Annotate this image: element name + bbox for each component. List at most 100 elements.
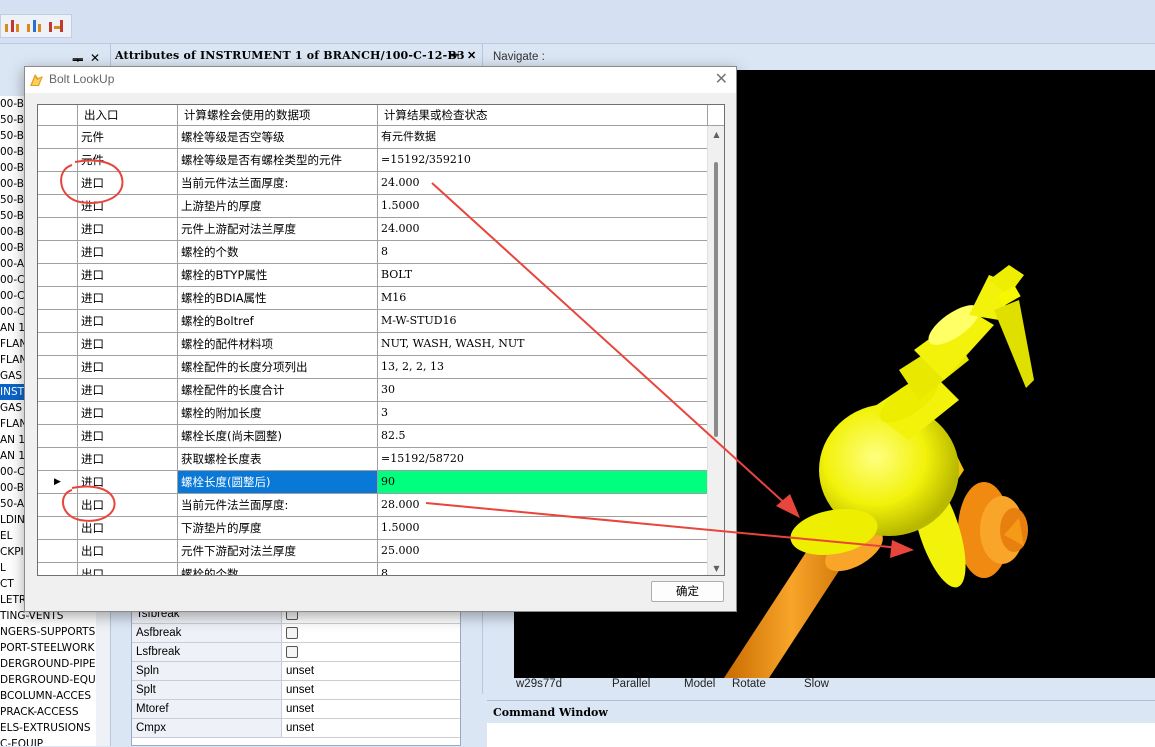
close-icon[interactable]: ✕ <box>467 46 476 66</box>
scroll-down-icon[interactable]: ▼ <box>708 560 724 575</box>
row-header[interactable] <box>38 402 78 424</box>
row-header[interactable] <box>38 310 78 332</box>
grid-row[interactable]: 进口 螺栓的个数 8 <box>38 241 724 264</box>
tree-item[interactable]: PRACK-ACCESS <box>0 704 96 720</box>
result-cell[interactable]: 有元件数据 <box>378 126 708 148</box>
checkbox[interactable] <box>286 646 298 658</box>
row-header[interactable] <box>38 563 78 575</box>
item-cell[interactable]: 当前元件法兰面厚度: <box>178 172 378 194</box>
speed-mode[interactable]: Slow <box>804 678 829 690</box>
row-header[interactable] <box>38 425 78 447</box>
result-cell[interactable]: 28.000 <box>378 494 708 516</box>
item-cell[interactable]: 元件上游配对法兰厚度 <box>178 218 378 240</box>
grid-row[interactable]: 出口 下游垫片的厚度 1.5000 <box>38 517 724 540</box>
item-cell[interactable]: 上游垫片的厚度 <box>178 195 378 217</box>
port-cell[interactable]: 进口 <box>78 471 178 493</box>
port-cell[interactable]: 进口 <box>78 287 178 309</box>
ok-button[interactable]: 确定 <box>651 581 724 602</box>
item-cell[interactable]: 螺栓配件的长度合计 <box>178 379 378 401</box>
attribute-value[interactable]: unset <box>282 681 460 699</box>
item-cell[interactable]: 螺栓等级是否空等级 <box>178 126 378 148</box>
grid-row[interactable]: 进口 螺栓的BTYP属性 BOLT <box>38 264 724 287</box>
command-input[interactable] <box>487 723 1155 747</box>
port-cell[interactable]: 进口 <box>78 172 178 194</box>
grid-row[interactable]: 元件 螺栓等级是否有螺栓类型的元件 =15192/359210 <box>38 149 724 172</box>
grid-row[interactable]: 进口 螺栓的附加长度 3 <box>38 402 724 425</box>
port-cell[interactable]: 进口 <box>78 218 178 240</box>
item-cell[interactable]: 螺栓的配件材料项 <box>178 333 378 355</box>
row-header[interactable] <box>38 494 78 516</box>
attribute-value[interactable]: unset <box>282 700 460 718</box>
tree-item[interactable]: ELS-EXTRUSIONS <box>0 720 96 736</box>
item-cell[interactable]: 螺栓长度(尚未圆整) <box>178 425 378 447</box>
port-cell[interactable]: 进口 <box>78 310 178 332</box>
close-icon[interactable]: ✕ <box>715 69 728 88</box>
result-cell[interactable]: 90 <box>378 471 708 493</box>
port-cell[interactable]: 进口 <box>78 264 178 286</box>
row-header[interactable] <box>38 241 78 263</box>
item-cell[interactable]: 螺栓长度(圆整后) <box>178 471 378 493</box>
grid-row[interactable]: 进口 螺栓配件的长度合计 30 <box>38 379 724 402</box>
valve-icon[interactable] <box>25 18 43 34</box>
port-cell[interactable]: 出口 <box>78 517 178 539</box>
result-cell[interactable]: 30 <box>378 379 708 401</box>
tree-item[interactable]: DERGROUND-EQUI <box>0 672 96 688</box>
result-cell[interactable]: NUT, WASH, WASH, NUT <box>378 333 708 355</box>
port-cell[interactable]: 进口 <box>78 379 178 401</box>
grid-row[interactable]: 进口 螺栓配件的长度分项列出 13, 2, 2, 13 <box>38 356 724 379</box>
row-header[interactable]: ▶ <box>38 471 78 493</box>
column-header-port[interactable]: 出入口 <box>78 105 178 126</box>
tee-icon[interactable] <box>47 18 65 34</box>
checkbox[interactable] <box>286 627 298 639</box>
model-mode[interactable]: Model <box>684 678 715 690</box>
item-cell[interactable]: 螺栓等级是否有螺栓类型的元件 <box>178 149 378 171</box>
grid-row[interactable]: 进口 当前元件法兰面厚度: 24.000 <box>38 172 724 195</box>
scroll-up-icon[interactable]: ▲ <box>708 126 724 143</box>
result-cell[interactable]: 1.5000 <box>378 517 708 539</box>
row-header[interactable] <box>38 448 78 470</box>
result-cell[interactable]: 1.5000 <box>378 195 708 217</box>
scroll-thumb[interactable] <box>714 162 718 437</box>
port-cell[interactable]: 进口 <box>78 241 178 263</box>
item-cell[interactable]: 螺栓的Boltref <box>178 310 378 332</box>
valve-icon[interactable] <box>3 18 21 34</box>
result-cell[interactable]: 13, 2, 2, 13 <box>378 356 708 378</box>
port-cell[interactable]: 进口 <box>78 402 178 424</box>
tree-item[interactable]: NGERS-SUPPORTS <box>0 624 96 640</box>
port-cell[interactable]: 进口 <box>78 195 178 217</box>
grid-row[interactable]: 进口 上游垫片的厚度 1.5000 <box>38 195 724 218</box>
attribute-value[interactable]: unset <box>282 662 460 680</box>
grid-row[interactable]: 进口 螺栓长度(尚未圆整) 82.5 <box>38 425 724 448</box>
tree-item[interactable]: BCOLUMN-ACCES <box>0 688 96 704</box>
result-cell[interactable]: 8 <box>378 241 708 263</box>
result-cell[interactable]: =15192/359210 <box>378 149 708 171</box>
row-header[interactable] <box>38 218 78 240</box>
row-header[interactable] <box>38 287 78 309</box>
grid-row[interactable]: 进口 螺栓的BDIA属性 M16 <box>38 287 724 310</box>
item-cell[interactable]: 螺栓配件的长度分项列出 <box>178 356 378 378</box>
port-cell[interactable]: 出口 <box>78 494 178 516</box>
result-cell[interactable]: M16 <box>378 287 708 309</box>
item-cell[interactable]: 螺栓的个数 <box>178 241 378 263</box>
row-header[interactable] <box>38 126 78 148</box>
item-cell[interactable]: 螺栓的BDIA属性 <box>178 287 378 309</box>
pin-icon[interactable]: ᆍ <box>449 46 459 66</box>
result-cell[interactable]: 24.000 <box>378 172 708 194</box>
port-cell[interactable]: 进口 <box>78 425 178 447</box>
row-header[interactable] <box>38 149 78 171</box>
row-header[interactable] <box>38 540 78 562</box>
grid-row[interactable]: 进口 螺栓的Boltref M-W-STUD16 <box>38 310 724 333</box>
grid-row[interactable]: 进口 元件上游配对法兰厚度 24.000 <box>38 218 724 241</box>
grid-row[interactable]: 出口 当前元件法兰面厚度: 28.000 <box>38 494 724 517</box>
item-cell[interactable]: 当前元件法兰面厚度: <box>178 494 378 516</box>
projection-mode[interactable]: Parallel <box>612 678 650 690</box>
item-cell[interactable]: 螺栓的个数 <box>178 563 378 575</box>
grid-row[interactable]: 进口 螺栓的配件材料项 NUT, WASH, WASH, NUT <box>38 333 724 356</box>
item-cell[interactable]: 螺栓的附加长度 <box>178 402 378 424</box>
port-cell[interactable]: 进口 <box>78 333 178 355</box>
close-icon[interactable]: ✕ <box>90 51 100 65</box>
tree-item[interactable]: DERGROUND-PIPE <box>0 656 96 672</box>
result-cell[interactable]: 24.000 <box>378 218 708 240</box>
row-header[interactable] <box>38 195 78 217</box>
item-cell[interactable]: 元件下游配对法兰厚度 <box>178 540 378 562</box>
